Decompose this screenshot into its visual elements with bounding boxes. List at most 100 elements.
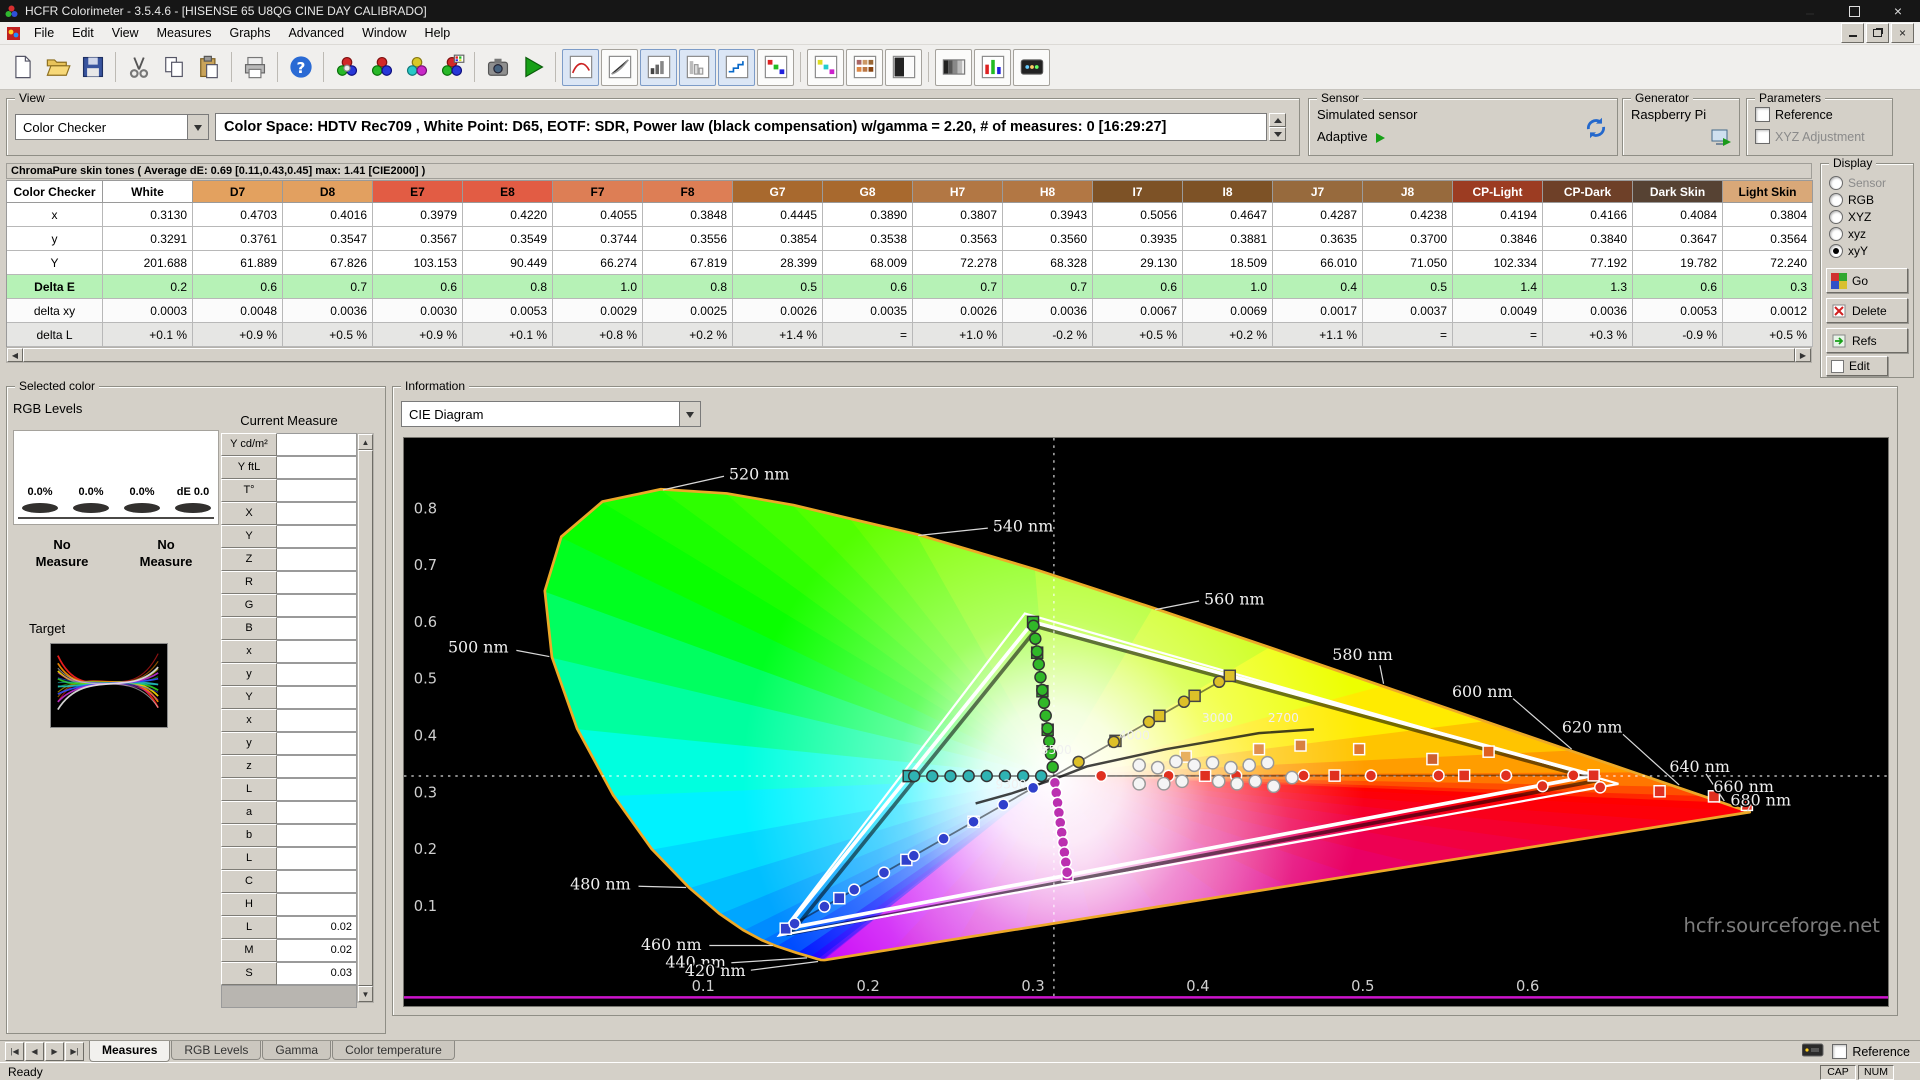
column-header-j7[interactable]: J7: [1273, 181, 1363, 203]
view-colorchecker-button[interactable]: [846, 48, 883, 86]
table-cell[interactable]: 68.009: [823, 251, 913, 275]
table-cell[interactable]: 0.0037: [1363, 299, 1453, 323]
menu-edit[interactable]: Edit: [63, 23, 103, 43]
table-cell[interactable]: 28.399: [733, 251, 823, 275]
table-cell[interactable]: 1.4: [1453, 275, 1543, 299]
print-button[interactable]: [238, 51, 271, 84]
table-cell[interactable]: 0.0035: [823, 299, 913, 323]
information-selector-dropdown[interactable]: CIE Diagram: [401, 401, 701, 427]
table-cell[interactable]: 0.6: [193, 275, 283, 299]
column-header-d7[interactable]: D7: [193, 181, 283, 203]
generator-config-button[interactable]: [1711, 128, 1733, 151]
checkbox-icon[interactable]: [1832, 1044, 1848, 1059]
table-cell[interactable]: 0.6: [823, 275, 913, 299]
radio-xyy[interactable]: xyY: [1829, 244, 1868, 258]
table-cell[interactable]: 0.4287: [1273, 203, 1363, 227]
scroll-down-button[interactable]: ▼: [358, 986, 373, 1002]
table-cell[interactable]: 67.819: [643, 251, 733, 275]
checkbox-icon[interactable]: [1755, 107, 1770, 122]
view-gradient-button[interactable]: [935, 48, 972, 86]
table-cell[interactable]: 0.0036: [283, 299, 373, 323]
table-corner-header[interactable]: Color Checker: [7, 181, 103, 203]
table-cell[interactable]: 0.0029: [553, 299, 643, 323]
table-cell[interactable]: 0.0053: [463, 299, 553, 323]
table-cell[interactable]: 0.0036: [1003, 299, 1093, 323]
sensor-play-icon[interactable]: [1375, 132, 1390, 143]
table-cell[interactable]: 0.0025: [643, 299, 733, 323]
scroll-thumb[interactable]: [23, 348, 1795, 362]
table-cell[interactable]: 0.3846: [1453, 227, 1543, 251]
table-cell[interactable]: +0.9 %: [193, 323, 283, 347]
chevron-down-icon[interactable]: [187, 115, 208, 139]
table-cell[interactable]: 0.4647: [1183, 203, 1273, 227]
table-cell[interactable]: 0.4445: [733, 203, 823, 227]
save-file-button[interactable]: [76, 51, 109, 84]
scroll-left-button[interactable]: ◀: [7, 348, 23, 362]
tab-scroll-first-button[interactable]: |◀: [5, 1042, 24, 1061]
table-cell[interactable]: 0.4238: [1363, 203, 1453, 227]
mdi-restore-button[interactable]: [1866, 23, 1889, 43]
table-cell[interactable]: 103.153: [373, 251, 463, 275]
open-file-button[interactable]: [41, 51, 74, 84]
chevron-down-icon[interactable]: [679, 402, 700, 426]
menu-measures[interactable]: Measures: [148, 23, 221, 43]
table-cell[interactable]: 0.0017: [1273, 299, 1363, 323]
radio-xyz[interactable]: xyz: [1829, 227, 1866, 241]
table-cell[interactable]: 0.4016: [283, 203, 373, 227]
run-measures-button[interactable]: [516, 51, 549, 84]
view-free-measures-button[interactable]: [562, 48, 599, 86]
table-cell[interactable]: 0.5: [1363, 275, 1453, 299]
column-header-j8[interactable]: J8: [1363, 181, 1453, 203]
menu-window[interactable]: Window: [353, 23, 415, 43]
table-cell[interactable]: 29.130: [1093, 251, 1183, 275]
measure-grayscale-button[interactable]: [330, 51, 363, 84]
table-cell[interactable]: 0.0067: [1093, 299, 1183, 323]
column-header-f7[interactable]: F7: [553, 181, 643, 203]
table-cell[interactable]: 0.0026: [733, 299, 823, 323]
scroll-right-button[interactable]: ▶: [1795, 348, 1811, 362]
table-cell[interactable]: 0.0048: [193, 299, 283, 323]
table-cell[interactable]: 0.3935: [1093, 227, 1183, 251]
table-cell[interactable]: +0.8 %: [553, 323, 643, 347]
radio-icon[interactable]: [1829, 227, 1843, 241]
spin-up-button[interactable]: [1269, 113, 1286, 127]
sensor-mode[interactable]: Adaptive: [1317, 129, 1390, 144]
refs-button[interactable]: Refs: [1826, 328, 1908, 353]
table-cell[interactable]: 0.4703: [193, 203, 283, 227]
table-cell[interactable]: +1.4 %: [733, 323, 823, 347]
column-header-cp-dark[interactable]: CP-Dark: [1543, 181, 1633, 203]
table-cell[interactable]: 0.3647: [1633, 227, 1723, 251]
paste-button[interactable]: [192, 51, 225, 84]
delete-button[interactable]: Delete: [1826, 298, 1908, 323]
pattern-generator-icon[interactable]: [1801, 1043, 1824, 1060]
view-grayscale-button[interactable]: [601, 48, 638, 86]
minimize-button[interactable]: [1788, 0, 1832, 22]
view-primaries-button[interactable]: [757, 48, 794, 86]
table-cell[interactable]: 0.3564: [1723, 227, 1813, 251]
table-cell[interactable]: 0.3130: [103, 203, 193, 227]
table-cell[interactable]: 102.334: [1453, 251, 1543, 275]
scroll-thumb[interactable]: [358, 450, 373, 986]
tab-rgb-levels[interactable]: RGB Levels: [171, 1041, 262, 1060]
table-cell[interactable]: +1.0 %: [913, 323, 1003, 347]
table-cell[interactable]: 0.5: [733, 275, 823, 299]
column-header-cp-light[interactable]: CP-Light: [1453, 181, 1543, 203]
tab-scroll-right-button[interactable]: ▶: [45, 1042, 64, 1061]
table-cell[interactable]: 77.192: [1543, 251, 1633, 275]
column-header-d8[interactable]: D8: [283, 181, 373, 203]
view-nearwhite-button[interactable]: [679, 48, 716, 86]
edit-button[interactable]: Edit: [1826, 356, 1888, 376]
table-cell[interactable]: 0.0026: [913, 299, 1003, 323]
menu-advanced[interactable]: Advanced: [279, 23, 353, 43]
table-cell[interactable]: 0.0069: [1183, 299, 1273, 323]
column-header-i7[interactable]: I7: [1093, 181, 1183, 203]
table-cell[interactable]: +0.2 %: [1183, 323, 1273, 347]
table-cell[interactable]: 0.3567: [373, 227, 463, 251]
checkbox-reference[interactable]: Reference: [1755, 107, 1833, 122]
table-cell[interactable]: 0.0036: [1543, 299, 1633, 323]
table-cell[interactable]: 0.3: [1723, 275, 1813, 299]
table-cell[interactable]: 1.0: [1183, 275, 1273, 299]
table-cell[interactable]: 0.7: [1003, 275, 1093, 299]
help-button[interactable]: ?: [284, 51, 317, 84]
table-cell[interactable]: 0.6: [373, 275, 463, 299]
